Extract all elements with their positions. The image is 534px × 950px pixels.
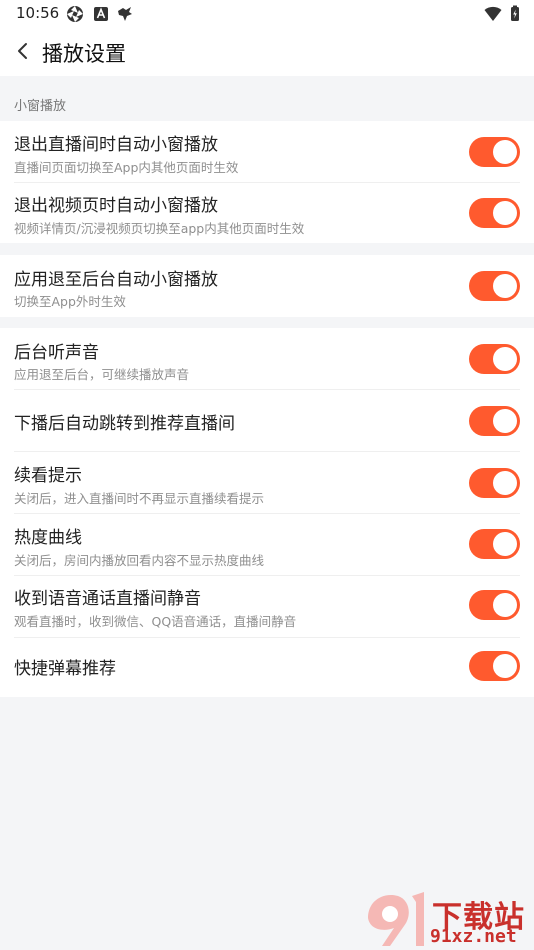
- setting-title: 后台听声音: [14, 343, 99, 363]
- toggle-knob: [493, 471, 517, 495]
- setting-row-background-audio[interactable]: 后台听声音 应用退至后台，可继续播放声音: [0, 328, 534, 389]
- setting-title: 应用退至后台自动小窗播放: [14, 270, 218, 290]
- status-bar: 10:56: [0, 0, 534, 28]
- setting-desc: 观看直播时，收到微信、QQ语音通话，直播间静音: [14, 614, 297, 629]
- toggle-knob: [493, 201, 517, 225]
- toggle-switch[interactable]: [469, 468, 520, 498]
- toggle-knob: [493, 347, 517, 371]
- bird-icon: [118, 7, 132, 21]
- setting-desc: 关闭后，进入直播间时不再显示直播续看提示: [14, 491, 265, 506]
- wifi-icon: [484, 6, 502, 21]
- setting-title: 热度曲线: [14, 528, 82, 548]
- setting-desc: 直播间页面切换至App内其他页面时生效: [14, 160, 239, 175]
- title-bar: 播放设置: [0, 28, 534, 76]
- section-label-mini-window: 小窗播放: [14, 99, 67, 114]
- status-time: 10:56: [16, 4, 60, 22]
- toggle-switch[interactable]: [469, 198, 520, 228]
- setting-row-exit-live-mini[interactable]: 退出直播间时自动小窗播放 直播间页面切换至App内其他页面时生效: [0, 121, 534, 182]
- setting-title: 收到语音通话直播间静音: [14, 589, 201, 609]
- toggle-switch[interactable]: [469, 344, 520, 374]
- toggle-switch[interactable]: [469, 406, 520, 436]
- setting-row-voice-call-mute[interactable]: 收到语音通话直播间静音 观看直播时，收到微信、QQ语音通话，直播间静音: [0, 576, 534, 637]
- setting-title: 续看提示: [14, 466, 82, 486]
- chevron-left-icon: [18, 43, 27, 59]
- status-right-icons: [484, 5, 520, 22]
- settings-group-mini-window: 退出直播间时自动小窗播放 直播间页面切换至App内其他页面时生效 退出视频页时自…: [0, 121, 534, 243]
- setting-desc: 视频详情页/沉浸视频页切换至app内其他页面时生效: [14, 221, 305, 236]
- battery-charging-icon: [511, 5, 519, 21]
- toggle-knob: [493, 532, 517, 556]
- toggle-switch[interactable]: [469, 137, 520, 167]
- toggle-switch[interactable]: [469, 651, 520, 681]
- settings-group-background-mini: 应用退至后台自动小窗播放 切换至App外时生效: [0, 255, 534, 317]
- aperture-icon: [67, 6, 83, 22]
- setting-desc: 切换至App外时生效: [14, 294, 126, 309]
- toggle-knob: [493, 140, 517, 164]
- toggle-knob: [493, 593, 517, 617]
- a-badge-icon: [94, 7, 108, 21]
- setting-row-exit-video-mini[interactable]: 退出视频页时自动小窗播放 视频详情页/沉浸视频页切换至app内其他页面时生效: [0, 182, 534, 243]
- setting-title: 退出直播间时自动小窗播放: [14, 135, 218, 155]
- setting-title: 退出视频页时自动小窗播放: [14, 196, 218, 216]
- settings-group-playback: 后台听声音 应用退至后台，可继续播放声音 下播后自动跳转到推荐直播间 续看提示 …: [0, 328, 534, 697]
- setting-title: 下播后自动跳转到推荐直播间: [14, 414, 235, 434]
- setting-row-heat-curve[interactable]: 热度曲线 关闭后，房间内播放回看内容不显示热度曲线: [0, 514, 534, 575]
- setting-row-auto-jump-recommend[interactable]: 下播后自动跳转到推荐直播间: [0, 390, 534, 451]
- setting-row-resume-hint[interactable]: 续看提示 关闭后，进入直播间时不再显示直播续看提示: [0, 452, 534, 513]
- toggle-switch[interactable]: [469, 271, 520, 301]
- toggle-knob: [493, 409, 517, 433]
- setting-desc: 关闭后，房间内播放回看内容不显示热度曲线: [14, 553, 265, 568]
- setting-row-quick-danmaku[interactable]: 快捷弹幕推荐: [0, 638, 534, 697]
- back-button[interactable]: [8, 36, 38, 66]
- toggle-knob: [493, 274, 517, 298]
- setting-desc: 应用退至后台，可继续播放声音: [14, 367, 190, 382]
- page-title: 播放设置: [42, 42, 126, 66]
- setting-title: 快捷弹幕推荐: [14, 659, 116, 679]
- toggle-switch[interactable]: [469, 529, 520, 559]
- watermark-text-bottom: 91xz.net: [430, 926, 517, 947]
- setting-row-background-mini[interactable]: 应用退至后台自动小窗播放 切换至App外时生效: [0, 255, 534, 317]
- screen: 10:56 播放设置 小窗播放 退出直播间时自动小窗播放 直播间页面切换至App…: [0, 0, 534, 950]
- toggle-knob: [493, 654, 517, 678]
- toggle-switch[interactable]: [469, 590, 520, 620]
